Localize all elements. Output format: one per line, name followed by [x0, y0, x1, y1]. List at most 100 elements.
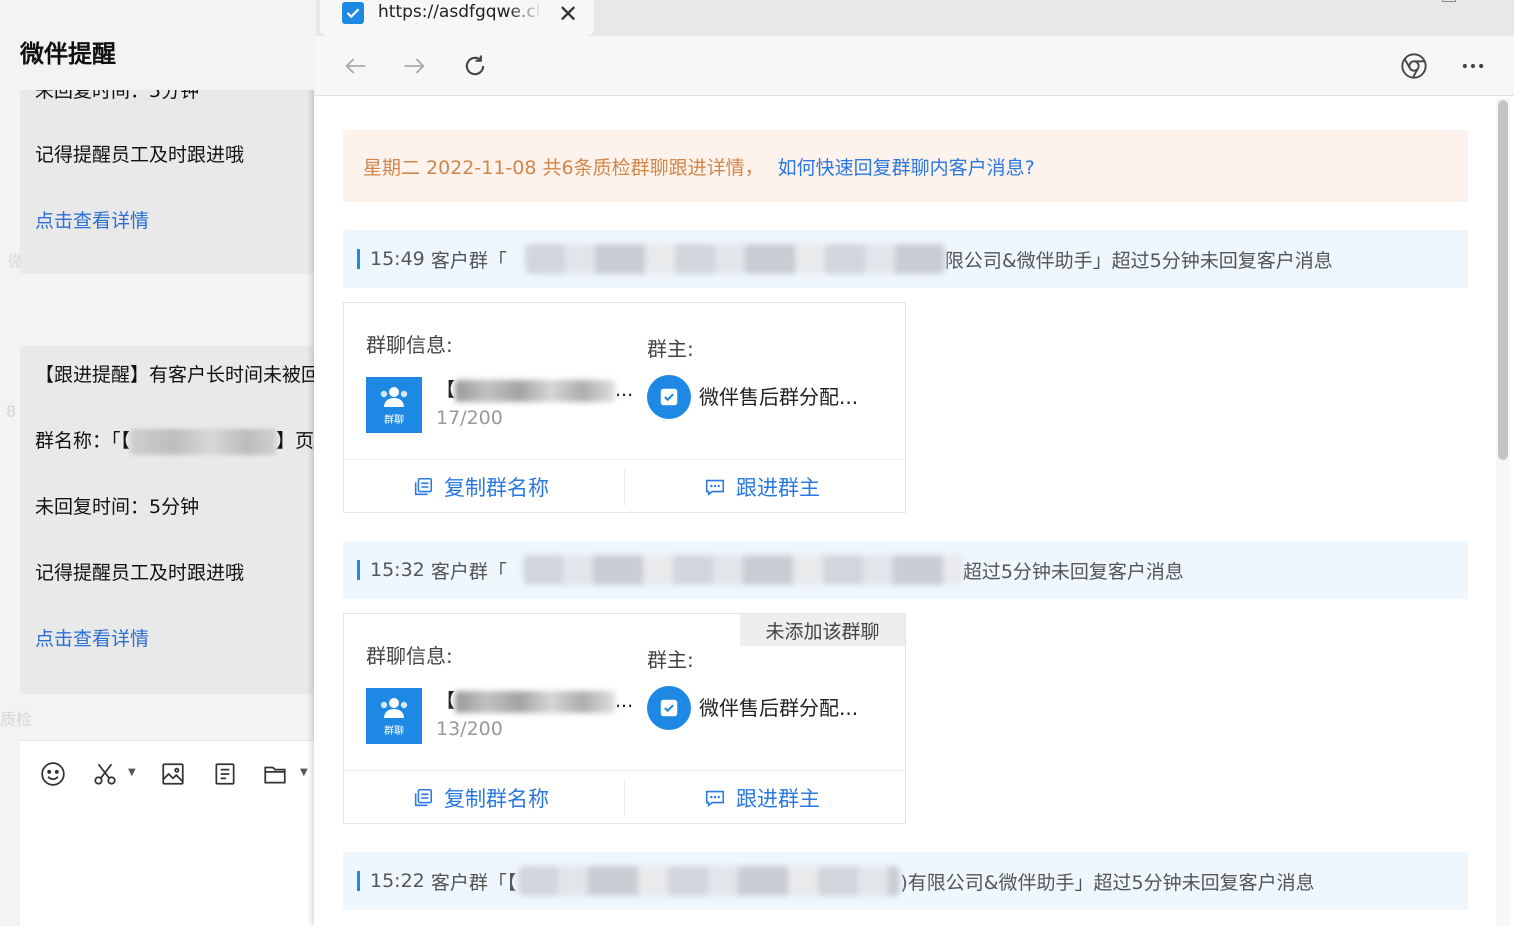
member-count: 13/200: [436, 718, 503, 740]
redacted-text: [130, 428, 277, 455]
follow-owner-button[interactable]: 跟进群主: [704, 771, 820, 825]
notice-banner: 星期二 2022-11-08 共6条质检群聊跟进详情， 如何快速回复群聊内客户消…: [343, 130, 1468, 202]
group-name-prefix: 群名称：「【: [35, 430, 131, 452]
owner-name: 微伴售后群分配...: [699, 385, 859, 409]
copy-icon: [414, 788, 433, 807]
view-details-link[interactable]: 点击查看详情: [35, 206, 149, 233]
copy-group-name-button[interactable]: 复制群名称: [412, 771, 549, 825]
card-actions: 复制群名称 跟进群主: [344, 459, 905, 513]
owner-avatar: [647, 375, 691, 419]
group-name-end: ...: [615, 379, 634, 401]
follow-label: 跟进群主: [736, 476, 820, 500]
forward-arrow-icon[interactable]: [398, 50, 430, 82]
section-time: 15:49: [370, 248, 425, 270]
chat-icon: [705, 479, 725, 496]
group-name-suffix: 】页: [276, 430, 315, 452]
page-content: 星期二 2022-11-08 共6条质检群聊跟进详情， 如何快速回复群聊内客户消…: [314, 96, 1494, 926]
copy-icon: [414, 477, 433, 496]
group-name-start: 【: [436, 690, 456, 712]
browser-toolbar: [314, 36, 1514, 96]
group-name-start: 【: [436, 379, 456, 401]
window-close-icon[interactable]: [1496, 0, 1510, 2]
group-name: 【...: [436, 686, 633, 713]
chevron-down-icon[interactable]: ▼: [300, 767, 308, 778]
view-details-link[interactable]: 点击查看详情: [35, 624, 149, 651]
check-badge-icon: [660, 699, 678, 717]
tab-title: https://asdfgqwe.client.example: [378, 2, 542, 22]
section-header: 15:49 客户群「 限公司&微伴助手」超过5分钟未回复客户消息: [343, 230, 1468, 288]
follow-owner-button[interactable]: 跟进群主: [704, 460, 820, 514]
section-prefix: 客户群「: [430, 249, 507, 272]
message-line: 记得提醒员工及时跟进哦: [35, 562, 245, 584]
people-icon: [380, 386, 408, 407]
group-info-label: 群聊信息:: [366, 644, 453, 668]
section-suffix: )有限公司&微伴助手」超过5分钟未回复客户消息: [900, 871, 1315, 894]
owner-label: 群主:: [647, 648, 694, 672]
message-bubble: 未回复时间：5分钟 记得提醒员工及时跟进哦 点击查看详情: [20, 60, 316, 274]
section-prefix: 客户群「: [430, 560, 507, 583]
message-title: 【跟进提醒】有客户长时间未被回: [35, 364, 316, 386]
group-name: 【...: [436, 375, 633, 402]
scissors-icon[interactable]: [90, 759, 120, 789]
card-actions: 复制群名称 跟进群主: [344, 770, 905, 824]
message-line: 未回复时间：5分钟: [35, 496, 200, 518]
group-name-end: ...: [615, 690, 634, 712]
copy-label: 复制群名称: [444, 476, 549, 500]
redacted-text: [524, 244, 945, 274]
group-icon-label: 群聊: [384, 414, 404, 426]
owner-avatar: [647, 686, 691, 730]
divider: [624, 468, 625, 506]
message-line: 群名称：「【 】页: [35, 426, 314, 455]
group-card: 群聊信息: 群主: 群聊 【... 17/200 微伴售后群分配... 复制群名…: [343, 302, 906, 513]
section-suffix: 超过5分钟未回复客户消息: [962, 560, 1184, 583]
group-avatar: 群聊: [366, 377, 422, 433]
redacted-text: [522, 555, 963, 585]
browser-logo-icon[interactable]: [1398, 50, 1430, 82]
follow-label: 跟进群主: [736, 787, 820, 811]
section-header: 15:22 客户群「【 )有限公司&微伴助手」超过5分钟未回复客户消息: [343, 852, 1468, 910]
group-card: 未添加该群聊 群聊信息: 群主: 群聊 【... 13/200 微伴售后群分配.…: [343, 613, 906, 824]
redacted-text: [455, 690, 616, 713]
chevron-down-icon[interactable]: ▼: [128, 767, 136, 778]
smiley-icon[interactable]: [38, 759, 68, 789]
back-arrow-icon[interactable]: [340, 50, 372, 82]
close-icon[interactable]: ✕: [558, 0, 578, 28]
copy-label: 复制群名称: [444, 787, 549, 811]
owner-label: 群主:: [647, 337, 694, 361]
message-input-area[interactable]: ▼ ▼: [20, 740, 316, 926]
message-bubble: 【跟进提醒】有客户长时间未被回 群名称：「【 】页 未回复时间：5分钟 记得提醒员…: [20, 346, 316, 694]
group-avatar: 群聊: [366, 688, 422, 744]
redacted-text: [455, 379, 616, 402]
reload-icon[interactable]: [459, 50, 491, 82]
message-line: 记得提醒员工及时跟进哦: [35, 144, 245, 166]
favicon-icon: [342, 2, 364, 24]
browser-window: https://asdfgqwe.client.example ✕ 星期二 20…: [314, 0, 1514, 926]
not-joined-badge: 未添加该群聊: [740, 614, 905, 646]
chat-icon: [705, 790, 725, 807]
redacted-text: [518, 866, 901, 896]
watermark: 质检: [0, 710, 33, 729]
section-suffix: 限公司&微伴助手」超过5分钟未回复客户消息: [944, 249, 1333, 272]
help-link[interactable]: 如何快速回复群聊内客户消息?: [778, 153, 1035, 180]
scrollbar[interactable]: [1496, 98, 1510, 926]
section-time: 15:32: [370, 559, 425, 581]
member-count: 17/200: [436, 407, 503, 429]
section-header: 15:32 客户群「 超过5分钟未回复客户消息: [343, 541, 1468, 599]
chat-title: 微伴提醒: [20, 40, 116, 68]
check-badge-icon: [660, 388, 678, 406]
group-info-label: 群聊信息:: [366, 333, 453, 357]
watermark: 8: [6, 402, 17, 421]
document-icon[interactable]: [210, 759, 240, 789]
owner-name: 微伴售后群分配...: [699, 696, 859, 720]
more-menu-icon[interactable]: [1457, 50, 1489, 82]
divider: [624, 779, 625, 817]
copy-group-name-button[interactable]: 复制群名称: [412, 460, 549, 514]
browser-tab[interactable]: https://asdfgqwe.client.example ✕: [320, 0, 594, 36]
scrollbar-thumb[interactable]: [1498, 100, 1508, 460]
image-icon[interactable]: [158, 759, 188, 789]
people-icon: [380, 697, 408, 718]
minimize-icon[interactable]: [1442, 0, 1456, 2]
group-icon-label: 群聊: [384, 725, 404, 737]
section-prefix: 客户群「【: [430, 871, 517, 894]
folder-icon[interactable]: [260, 759, 290, 789]
